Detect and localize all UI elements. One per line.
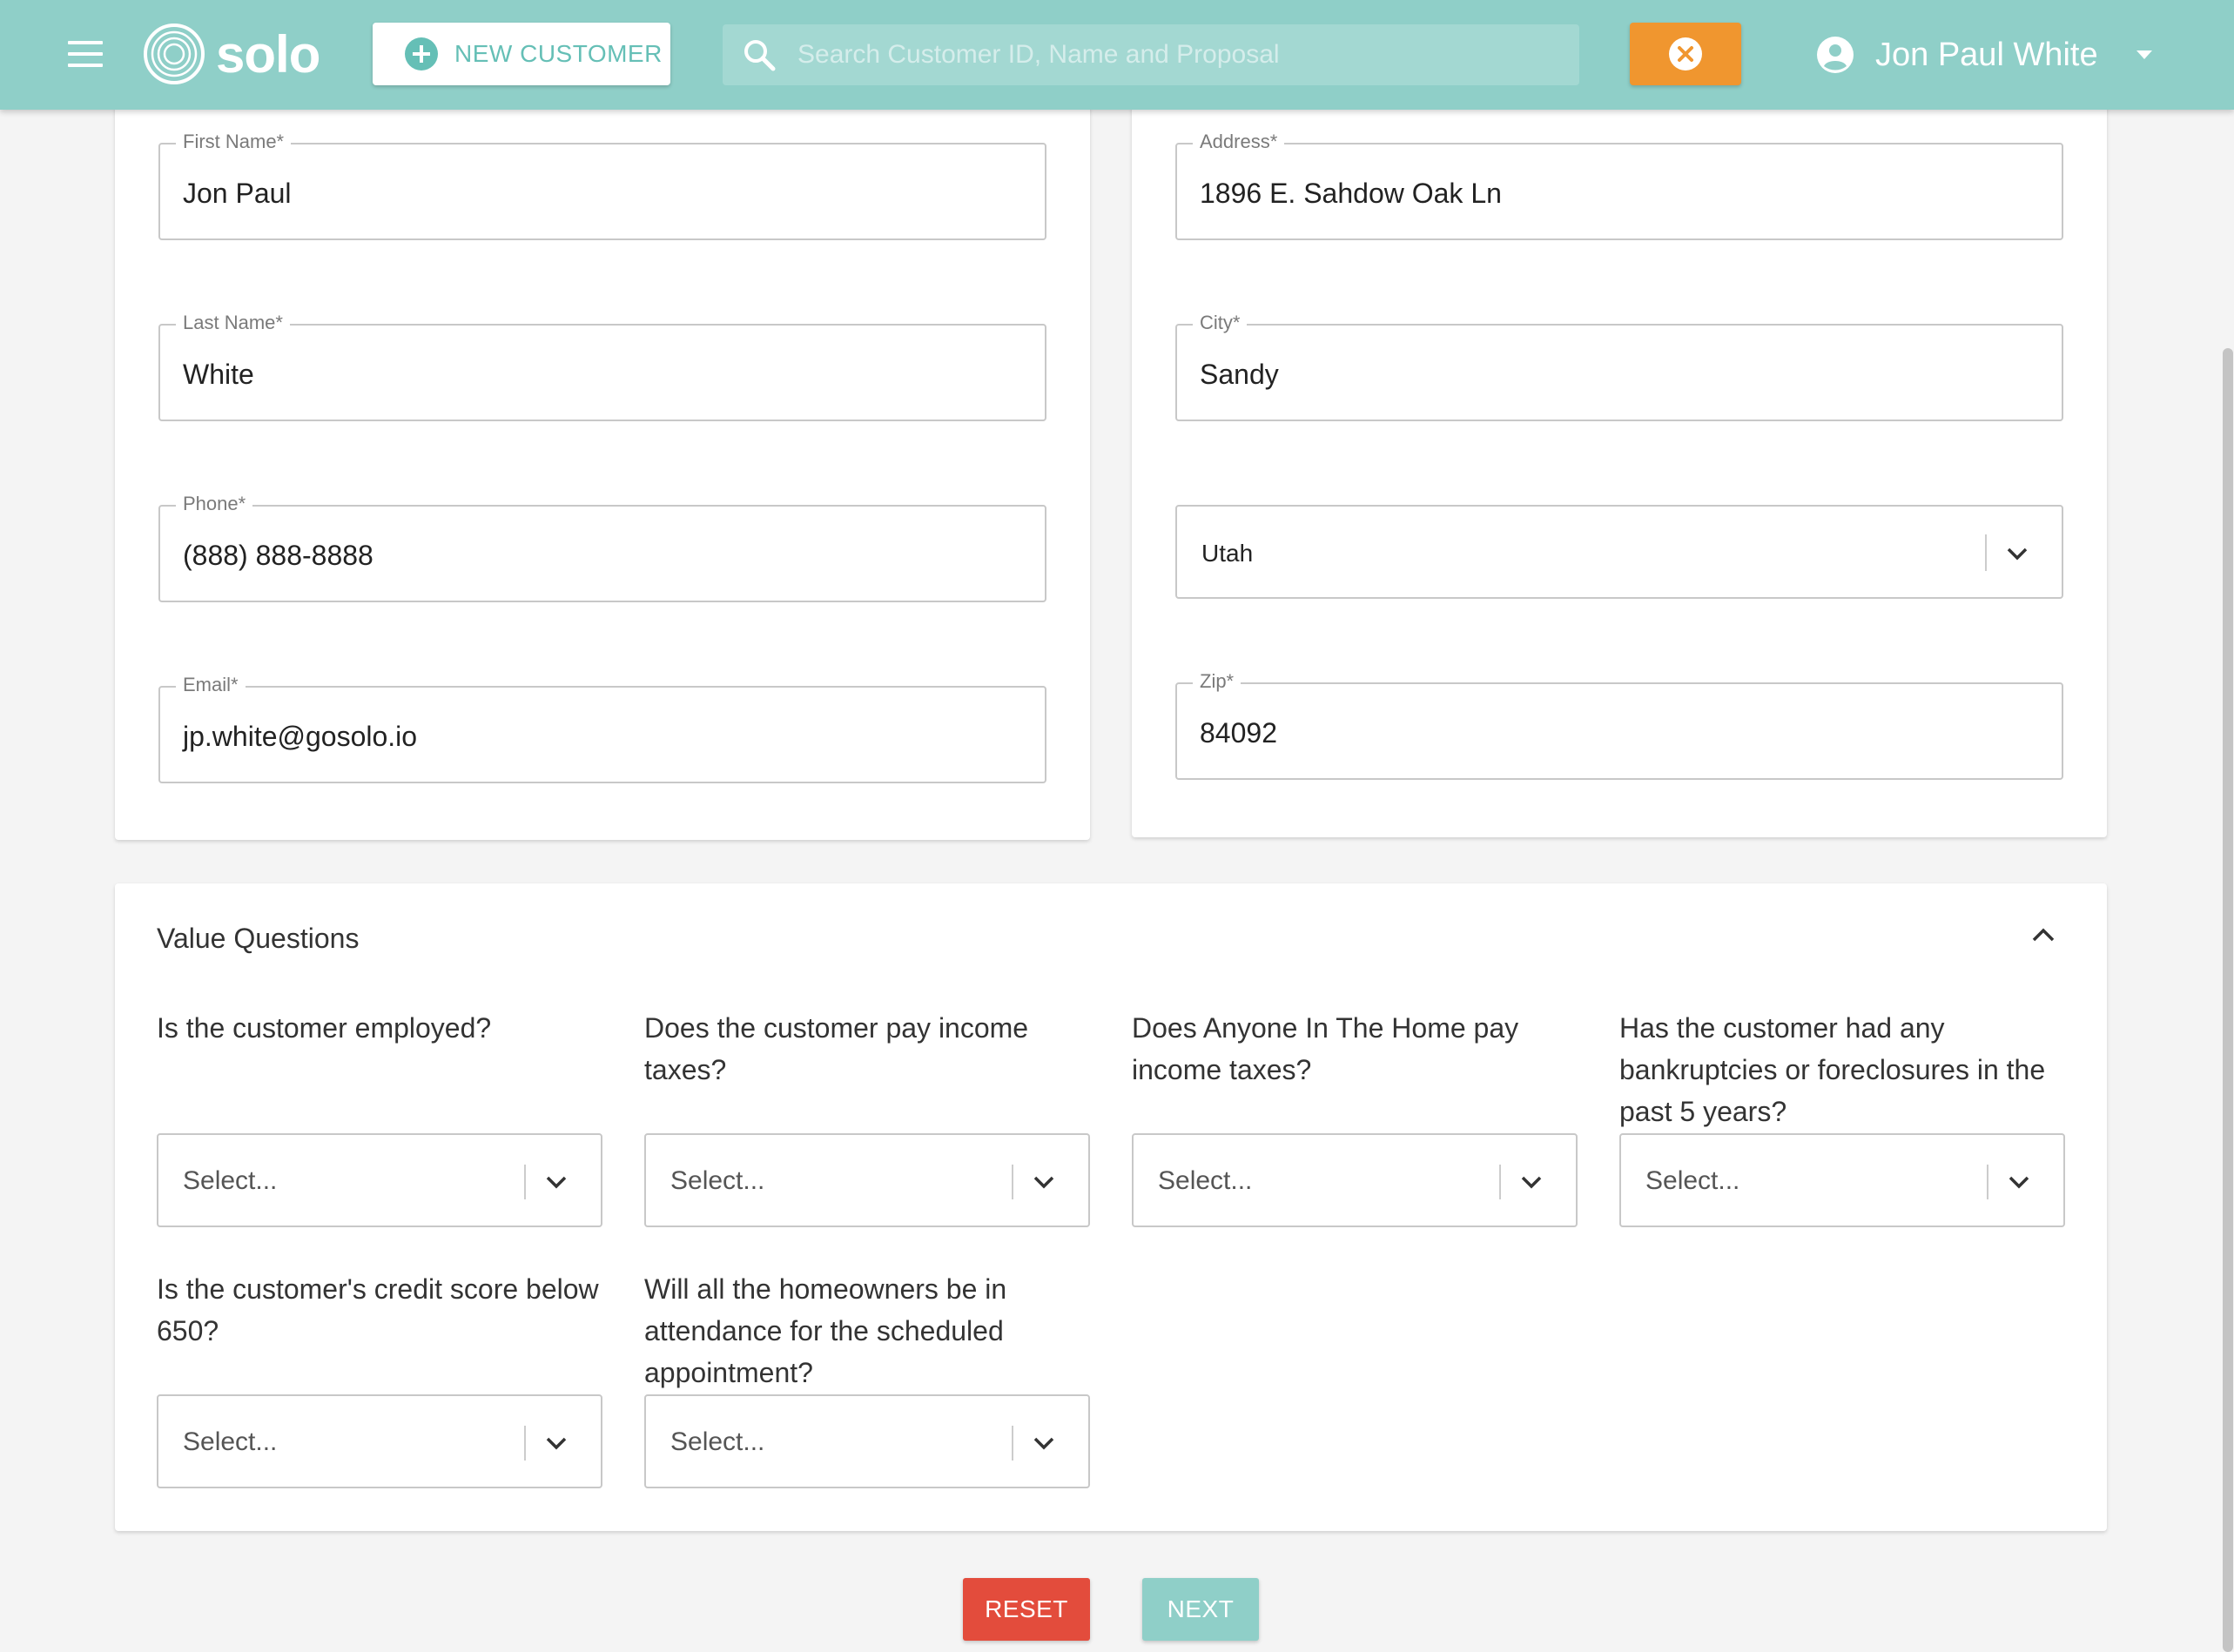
chevron-down-icon — [546, 1176, 567, 1189]
new-customer-label: NEW CUSTOMER — [454, 40, 663, 67]
menu-icon[interactable] — [68, 41, 103, 69]
state-value: Utah — [1201, 540, 1254, 567]
question-credit-score: Is the customer's credit score below 650… — [157, 1273, 599, 1346]
zip-label: Zip* — [1193, 670, 1241, 693]
last-name-value: White — [183, 359, 254, 390]
question-income-taxes: Does the customer pay income taxes? — [644, 1012, 1029, 1085]
select-placeholder: Select... — [1158, 1166, 1253, 1195]
city-label: City* — [1193, 312, 1248, 334]
search-input[interactable] — [796, 39, 1565, 71]
address-value: 1896 E. Sahdow Oak Ln — [1200, 178, 1502, 209]
city-value: Sandy — [1200, 359, 1279, 390]
select-divider — [1012, 1165, 1013, 1199]
user-name: Jon Paul White — [1875, 36, 2098, 73]
select-placeholder: Select... — [1645, 1166, 1740, 1195]
plus-circle-icon — [405, 37, 438, 71]
chevron-down-icon — [546, 1437, 567, 1450]
bankruptcies-select[interactable]: Select... — [1619, 1133, 2065, 1227]
select-placeholder: Select... — [670, 1427, 765, 1456]
first-name-label: First Name* — [176, 131, 292, 153]
address-label: Address* — [1193, 131, 1285, 153]
value-questions-title: Value Questions — [157, 923, 360, 954]
close-circle-icon — [1669, 37, 1702, 71]
clear-search-button[interactable] — [1630, 23, 1741, 85]
chevron-down-icon — [2009, 1176, 2029, 1189]
next-button[interactable]: NEXT — [1142, 1578, 1259, 1641]
select-placeholder: Select... — [183, 1427, 278, 1456]
select-divider — [524, 1426, 526, 1461]
last-name-field[interactable]: Last Name* White — [158, 312, 1046, 421]
email-value: jp.white@gosolo.io — [183, 721, 418, 752]
income-taxes-select[interactable]: Select... — [644, 1133, 1090, 1227]
chevron-up-icon[interactable] — [2030, 926, 2056, 944]
address-field[interactable]: Address* 1896 E. Sahdow Oak Ln — [1175, 131, 2063, 240]
caret-down-icon — [2136, 50, 2152, 59]
search-icon — [744, 40, 776, 71]
chevron-down-icon — [2007, 547, 2028, 561]
question-bankruptcies: Has the customer had any bankruptcies or… — [1619, 1012, 2046, 1127]
attendance-select[interactable]: Select... — [644, 1394, 1090, 1488]
select-placeholder: Select... — [183, 1166, 278, 1195]
question-homeowners-attendance: Will all the homeowners be in attendance… — [644, 1273, 1007, 1388]
search-bar — [723, 24, 1579, 85]
question-household-taxes: Does Anyone In The Home pay income taxes… — [1132, 1012, 1519, 1085]
zip-value: 84092 — [1200, 717, 1277, 749]
chevron-down-icon — [1033, 1176, 1054, 1189]
phone-value: (888) 888-8888 — [183, 540, 373, 571]
employed-select[interactable]: Select... — [157, 1133, 602, 1227]
select-placeholder: Select... — [670, 1166, 765, 1195]
email-field[interactable]: Email* jp.white@gosolo.io — [158, 674, 1046, 783]
select-divider — [1012, 1426, 1013, 1461]
new-customer-button[interactable]: NEW CUSTOMER — [373, 23, 670, 85]
chevron-down-icon — [1033, 1437, 1054, 1450]
select-divider — [524, 1165, 526, 1199]
scrollbar-thumb[interactable] — [2223, 348, 2233, 1652]
email-label: Email* — [176, 674, 246, 696]
reset-button[interactable]: RESET — [963, 1578, 1090, 1641]
phone-field[interactable]: Phone* (888) 888-8888 — [158, 493, 1046, 602]
solo-logo-icon — [144, 24, 205, 84]
first-name-value: Jon Paul — [183, 178, 292, 209]
chevron-down-icon — [1521, 1176, 1542, 1189]
question-employed: Is the customer employed? — [157, 1012, 492, 1044]
household-taxes-select[interactable]: Select... — [1132, 1133, 1578, 1227]
last-name-label: Last Name* — [176, 312, 290, 334]
state-select[interactable]: Utah — [1175, 505, 2063, 599]
first-name-field[interactable]: First Name* Jon Paul — [158, 131, 1046, 240]
zip-field[interactable]: Zip* 84092 — [1175, 670, 2063, 780]
brand-name: solo — [216, 24, 320, 84]
phone-label: Phone* — [176, 493, 253, 515]
top-bar: solo NEW CUSTOMER Jon Paul White — [0, 0, 2234, 110]
select-divider — [1499, 1165, 1501, 1199]
select-divider — [1987, 1165, 1988, 1199]
user-menu[interactable]: Jon Paul White — [1816, 26, 2152, 84]
user-avatar-icon — [1817, 37, 1854, 73]
credit-score-select[interactable]: Select... — [157, 1394, 602, 1488]
select-divider — [1985, 534, 1987, 571]
logo[interactable]: solo — [143, 23, 320, 85]
city-field[interactable]: City* Sandy — [1175, 312, 2063, 421]
